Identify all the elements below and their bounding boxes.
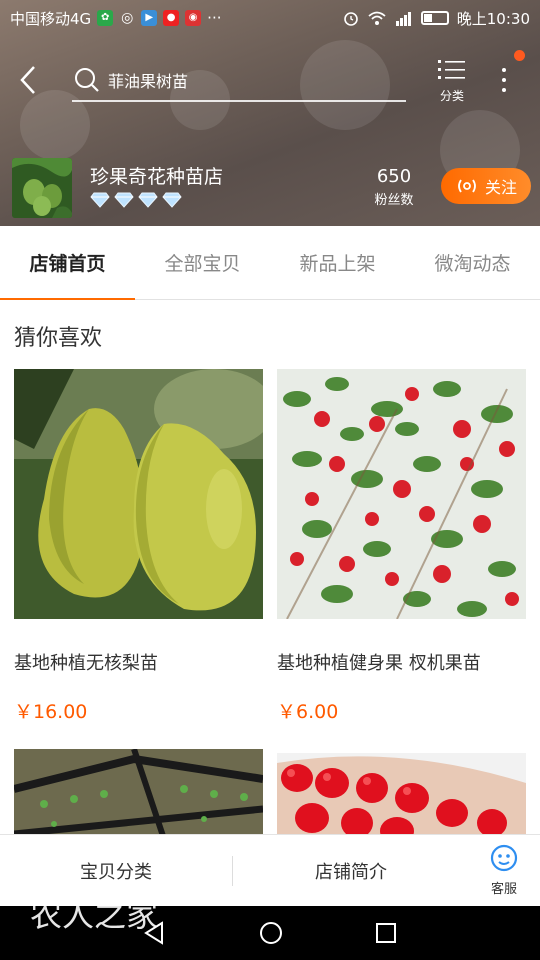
shop-intro-button[interactable]: 店铺简介 bbox=[233, 858, 469, 884]
more-dot-icon bbox=[502, 78, 506, 82]
tab-weitao-feed[interactable]: 微淘动态 bbox=[405, 226, 540, 299]
product-card[interactable]: 基地种植健身果 杈机果苗 ￥6.00 bbox=[277, 369, 526, 724]
more-notifications: ··· bbox=[207, 9, 222, 27]
watermark-logo: 农人之家 bbox=[30, 896, 159, 934]
more-dot-icon bbox=[502, 88, 506, 92]
more-menu-button[interactable] bbox=[490, 60, 518, 100]
shop-tabs: 店铺首页 全部宝贝 新品上架 微淘动态 bbox=[0, 226, 540, 300]
diamond-icon bbox=[138, 192, 158, 208]
broadcast-icon bbox=[458, 179, 476, 193]
shop-name[interactable]: 珍果奇花种苗店 bbox=[90, 162, 223, 189]
list-icon bbox=[438, 60, 465, 79]
fans-counter: 650 粉丝数 bbox=[364, 166, 424, 208]
search-icon bbox=[75, 68, 99, 92]
video-icon: ● bbox=[163, 10, 180, 26]
product-image-pomegranate-seeds[interactable] bbox=[277, 753, 526, 834]
customer-service-button[interactable]: 客服 bbox=[469, 844, 539, 897]
diamond-icon bbox=[162, 192, 182, 208]
follow-button[interactable]: 关注 bbox=[441, 168, 531, 204]
notification-dot bbox=[514, 50, 525, 61]
product-price: ￥16.00 bbox=[14, 701, 88, 723]
shop-rating-diamonds bbox=[90, 192, 182, 208]
product-title[interactable]: 基地种植健身果 杈机果苗 bbox=[277, 649, 526, 675]
diamond-icon bbox=[114, 192, 134, 208]
product-card[interactable]: 基地种植无核梨苗 ￥16.00 bbox=[14, 369, 263, 724]
product-image-pear[interactable] bbox=[14, 369, 263, 619]
alarm-icon bbox=[343, 12, 358, 26]
clock: 晚上10:30 bbox=[456, 9, 530, 28]
follow-label: 关注 bbox=[484, 178, 517, 197]
tab-shop-home[interactable]: 店铺首页 bbox=[0, 226, 135, 300]
status-bar: 中国移动4G ✿ ◎ ▶ ● ◉ ··· 晚上10:30 bbox=[0, 0, 540, 36]
diamond-icon bbox=[90, 192, 110, 208]
fans-count: 650 bbox=[376, 166, 412, 187]
nav-home-icon[interactable] bbox=[258, 920, 284, 946]
search-input[interactable]: 菲油果树苗 bbox=[108, 68, 188, 92]
product-card[interactable] bbox=[14, 749, 263, 834]
nav-recents-icon[interactable] bbox=[374, 921, 398, 945]
wechat-icon: ◎ bbox=[121, 10, 134, 26]
carrier-label: 中国移动4G bbox=[10, 9, 92, 28]
wifi-icon bbox=[368, 11, 386, 25]
section-title: 猜你喜欢 bbox=[14, 326, 103, 351]
shop-avatar[interactable] bbox=[12, 158, 72, 218]
product-image-red-berry-shrub[interactable] bbox=[277, 369, 526, 619]
chat-bubble-icon bbox=[490, 844, 518, 872]
recommend-section: 猜你喜欢 基地种植无核梨苗 ￥16.00 基地种植健身果 杈机果苗 ￥6.00 bbox=[0, 300, 540, 834]
product-image-seedling-trays[interactable] bbox=[14, 749, 263, 834]
item-category-button[interactable]: 宝贝分类 bbox=[0, 858, 232, 884]
app-notification-icon: ✿ bbox=[97, 10, 114, 26]
chevron-left-icon bbox=[20, 66, 35, 94]
fans-label: 粉丝数 bbox=[374, 193, 414, 208]
more-dot-icon bbox=[502, 68, 506, 72]
map-icon: ◉ bbox=[185, 10, 202, 26]
product-card[interactable] bbox=[277, 753, 526, 834]
product-title[interactable]: 基地种植无核梨苗 bbox=[14, 649, 263, 675]
tab-new-arrivals[interactable]: 新品上架 bbox=[270, 226, 405, 299]
signal-icon bbox=[395, 12, 411, 26]
play-store-icon: ▶ bbox=[141, 10, 158, 26]
battery-icon bbox=[420, 11, 449, 25]
service-label: 客服 bbox=[490, 882, 517, 897]
product-price: ￥6.00 bbox=[277, 701, 339, 723]
category-button[interactable]: 分类 bbox=[426, 56, 478, 108]
category-label: 分类 bbox=[439, 89, 464, 103]
tab-all-items[interactable]: 全部宝贝 bbox=[135, 226, 270, 299]
feijoa-fruit-image bbox=[12, 158, 72, 218]
search-bar[interactable]: 菲油果树苗 bbox=[72, 60, 406, 102]
back-button[interactable] bbox=[14, 62, 42, 98]
